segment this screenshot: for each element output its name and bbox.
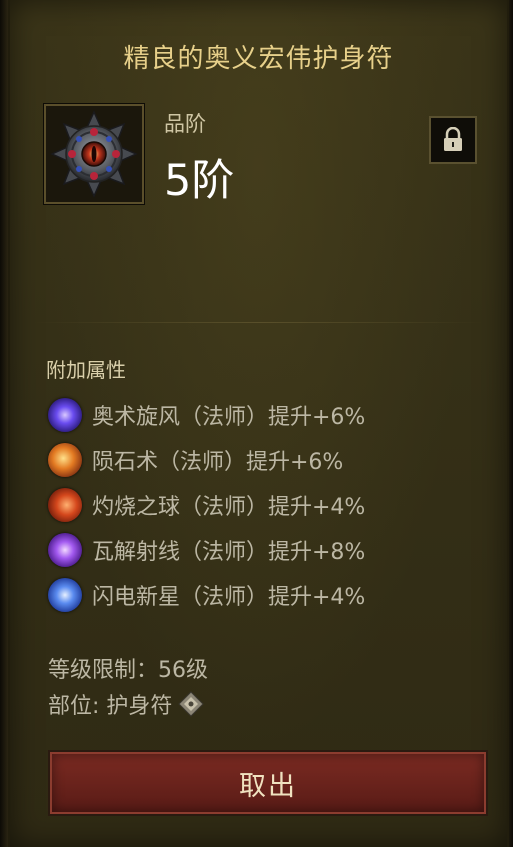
item-tooltip-panel: 精良的奥义宏伟护身符 品阶 5阶 附加属性 奥术旋风（法师）提升+6% 陨石术（… — [8, 0, 509, 847]
arcane-vortex-icon — [48, 397, 82, 432]
attribute-row: 闪电新星（法师）提升+4% — [48, 572, 478, 617]
attribute-row: 奥术旋风（法师）提升+6% — [48, 392, 478, 437]
section-divider — [34, 322, 483, 323]
meteor-icon — [48, 442, 82, 477]
attribute-text: 灼烧之球（法师）提升+4% — [92, 494, 366, 520]
attribute-row: 瓦解射线（法师）提升+8% — [48, 527, 478, 572]
item-icon-frame — [44, 104, 144, 204]
disintegrate-icon — [48, 532, 82, 567]
attribute-text: 奥术旋风（法师）提升+6% — [92, 404, 366, 430]
left-edge — [0, 0, 8, 847]
attribute-text: 瓦解射线（法师）提升+8% — [92, 539, 366, 565]
lock-button[interactable] — [429, 116, 477, 164]
grade-value: 5阶 — [164, 156, 235, 206]
take-out-button[interactable]: 取出 — [50, 752, 486, 814]
fireball-icon — [48, 487, 82, 522]
amulet-slot-icon — [178, 691, 205, 717]
amulet-icon — [50, 110, 138, 198]
level-requirement: 等级限制：56级 — [48, 658, 208, 683]
lightning-nova-icon — [48, 577, 82, 612]
attribute-text: 闪电新星（法师）提升+4% — [92, 584, 366, 610]
lock-icon — [444, 127, 462, 151]
attribute-list: 奥术旋风（法师）提升+6% 陨石术（法师）提升+6% 灼烧之球（法师）提升+4%… — [48, 392, 478, 617]
attribute-row: 灼烧之球（法师）提升+4% — [48, 482, 478, 527]
attribute-text: 陨石术（法师）提升+6% — [92, 449, 344, 475]
item-slot: 部位: 护身符 — [48, 688, 205, 720]
attribute-row: 陨石术（法师）提升+6% — [48, 437, 478, 482]
grade-label: 品阶 — [164, 112, 206, 136]
attributes-title: 附加属性 — [46, 358, 126, 382]
slot-label: 部位: 护身符 — [48, 694, 173, 719]
item-title: 精良的奥义宏伟护身符 — [123, 44, 394, 74]
take-out-label: 取出 — [239, 770, 297, 802]
